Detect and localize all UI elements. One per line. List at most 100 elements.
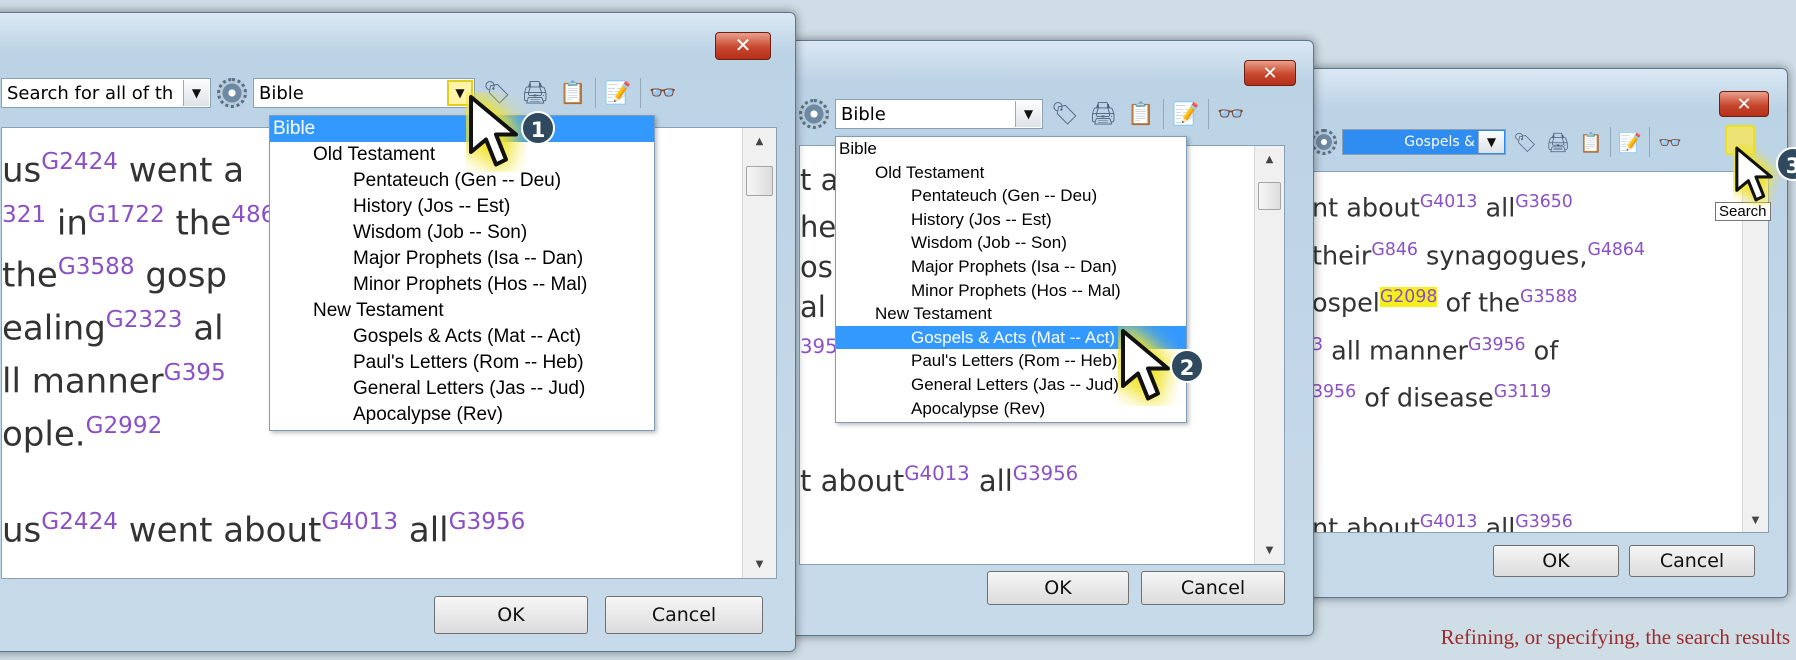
strongs-number-link[interactable]: G1722 (88, 202, 165, 228)
range-option[interactable]: Apocalypse (Rev) (270, 402, 654, 428)
binoculars-icon[interactable]: 👓 (647, 78, 679, 108)
strongs-number-link[interactable]: G3588 (1520, 287, 1578, 307)
copy-icon[interactable]: 📋 (1577, 127, 1605, 157)
scroll-down-icon[interactable]: ▼ (1743, 515, 1768, 526)
scroll-up-icon[interactable]: ▲ (1255, 154, 1284, 165)
toolbar: Gospels & ▼ 🏷 🖨 📋 📝 👓 (1311, 125, 1755, 157)
cancel-button[interactable]: Cancel (605, 596, 763, 634)
scroll-thumb[interactable] (1258, 182, 1281, 210)
range-option[interactable]: General Letters (Jas -- Jud) (270, 376, 654, 402)
close-button[interactable]: ✕ (715, 32, 771, 60)
range-option[interactable]: New Testament (836, 302, 1186, 326)
verse-word: of disease (1356, 383, 1494, 414)
verse-word: us (2, 150, 42, 191)
ok-button[interactable]: OK (434, 596, 588, 634)
strongs-number-link[interactable]: G3956 (1013, 462, 1078, 485)
ok-button[interactable]: OK (987, 571, 1129, 605)
verse-word: all (1477, 513, 1516, 533)
gear-icon[interactable] (217, 78, 247, 108)
strongs-number-link[interactable]: G2992 (86, 413, 163, 439)
range-option[interactable]: History (Jos -- Est) (836, 208, 1186, 232)
export-icon[interactable]: 📝 (1616, 127, 1644, 157)
vertical-scrollbar[interactable]: ▲ ▼ (742, 128, 776, 578)
cancel-button[interactable]: Cancel (1141, 571, 1285, 605)
strongs-number-link[interactable]: G2323 (106, 307, 183, 333)
search-range-select[interactable]: Bible ▼ (253, 78, 475, 108)
strongs-number-link[interactable]: 321 (2, 202, 46, 228)
strongs-number-link[interactable]: G2424 (41, 509, 118, 535)
strongs-number-link[interactable]: G2424 (41, 149, 118, 175)
gear-icon[interactable] (1311, 129, 1337, 155)
close-button[interactable]: ✕ (1719, 91, 1769, 117)
copy-icon[interactable]: 📋 (557, 78, 589, 108)
strongs-number-link[interactable]: G4013 (321, 509, 398, 535)
vertical-scrollbar[interactable]: ▲ ▼ (1742, 172, 1768, 532)
search-range-select[interactable]: Bible ▼ (835, 99, 1043, 129)
scroll-up-icon[interactable]: ▲ (743, 136, 776, 147)
strongs-number-link[interactable]: G3588 (58, 254, 135, 280)
strongs-number-link[interactable]: G3956 (1468, 335, 1526, 355)
toolbar-separator (1649, 127, 1650, 157)
range-option[interactable]: Wisdom (Job -- Son) (270, 220, 654, 246)
scroll-down-icon[interactable]: ▼ (743, 559, 776, 570)
strongs-number-link[interactable]: G2098 (1379, 287, 1438, 308)
verse-word: of (1525, 336, 1559, 367)
verse-word: all (969, 463, 1013, 498)
strongs-number-link[interactable]: G3119 (1494, 382, 1552, 402)
range-option[interactable]: Old Testament (836, 161, 1186, 185)
strongs-number-link[interactable]: G4013 (1420, 512, 1478, 532)
vertical-scrollbar[interactable]: ▲ ▼ (1254, 146, 1284, 564)
export-icon[interactable]: 📝 (1170, 99, 1202, 129)
strongs-number-link[interactable]: G846 (1371, 240, 1418, 260)
strongs-number-link[interactable]: G3956 (449, 509, 526, 535)
range-dropdown-list: Bible Old Testament Pentateuch (Gen -- Deu… (269, 115, 655, 431)
export-icon[interactable]: 📝 (602, 78, 634, 108)
search-range-select[interactable]: Gospels & ▼ (1342, 129, 1506, 155)
range-option[interactable]: Old Testament (270, 142, 654, 168)
range-option[interactable]: Pentateuch (Gen -- Deu) (270, 168, 654, 194)
scroll-down-icon[interactable]: ▼ (1255, 545, 1284, 556)
range-option[interactable]: Major Prophets (Isa -- Dan) (270, 246, 654, 272)
strongs-number-link[interactable]: G3650 (1515, 192, 1573, 212)
chevron-down-icon[interactable]: ▼ (1015, 101, 1041, 127)
range-option[interactable]: Wisdom (Job -- Son) (836, 231, 1186, 255)
strongs-number-link[interactable]: G4864 (1587, 240, 1645, 260)
range-option[interactable]: Major Prophets (Isa -- Dan) (836, 255, 1186, 279)
chevron-down-icon[interactable]: ▼ (183, 80, 209, 106)
range-option[interactable]: Minor Prophets (Hos -- Mal) (270, 272, 654, 298)
print-icon[interactable]: 🖨 (1544, 127, 1572, 157)
scroll-thumb[interactable] (746, 166, 773, 196)
verse-word: of the (1437, 288, 1521, 319)
strongs-number-link[interactable]: 395 (800, 335, 838, 358)
strongs-number-link[interactable]: G4013 (904, 462, 969, 485)
search-type-select[interactable]: Search for all of th ▼ (1, 78, 211, 108)
range-option[interactable]: Paul's Letters (Rom -- Heb) (270, 350, 654, 376)
range-option[interactable]: Gospels & Acts (Mat -- Act) (270, 324, 654, 350)
range-option[interactable]: New Testament (270, 298, 654, 324)
verse-word: gosp (134, 256, 228, 297)
close-button[interactable]: ✕ (1244, 60, 1296, 86)
copy-icon[interactable]: 📋 (1125, 99, 1157, 129)
range-option[interactable]: Bible (270, 116, 654, 142)
verse-line: 3 all mannerG3956 of (1312, 325, 1645, 373)
strongs-number-link[interactable]: G395 (164, 360, 226, 386)
verse-line (1312, 461, 1645, 502)
cancel-button[interactable]: Cancel (1629, 545, 1755, 577)
strongs-number-link[interactable]: G3956 (1515, 512, 1573, 532)
ok-button[interactable]: OK (1493, 545, 1619, 577)
strongs-number-link[interactable]: G4013 (1420, 192, 1478, 212)
tag-icon[interactable]: 🏷 (1049, 99, 1081, 129)
range-option[interactable]: History (Jos -- Est) (270, 194, 654, 220)
range-option[interactable]: Bible (836, 137, 1186, 161)
verse-word: all manner (1323, 336, 1469, 367)
tag-icon[interactable]: 🏷 (1511, 127, 1539, 157)
binoculars-icon[interactable]: 👓 (1655, 127, 1685, 157)
toolbar-separator (1208, 99, 1209, 129)
range-option[interactable]: Pentateuch (Gen -- Deu) (836, 184, 1186, 208)
chevron-down-icon[interactable]: ▼ (1478, 131, 1504, 153)
gear-icon[interactable] (799, 99, 829, 129)
print-icon[interactable]: 🖨 (1087, 99, 1119, 129)
range-option[interactable]: Minor Prophets (Hos -- Mal) (836, 279, 1186, 303)
strongs-number-link[interactable]: 3956 (1312, 382, 1356, 402)
binoculars-icon[interactable]: 👓 (1215, 99, 1247, 129)
